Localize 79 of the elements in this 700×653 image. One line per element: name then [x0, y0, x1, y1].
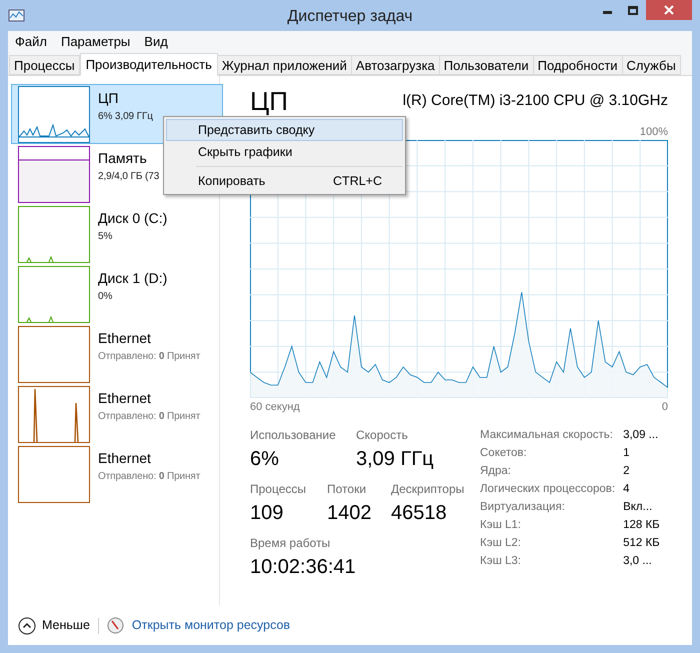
- sidebar-item[interactable]: Ethernet Отправлено: 0 Принят: [11, 324, 219, 384]
- axis-max-label: 100%: [640, 125, 668, 140]
- item-subtitle: Отправлено: 0 Принят: [98, 350, 200, 364]
- item-title: ЦП: [98, 89, 120, 108]
- menu-entry[interactable]: Скрыть графики: [166, 141, 403, 163]
- property-value: 3,09 ...: [623, 428, 660, 442]
- property-value: 3,0 ...: [623, 554, 653, 568]
- stat-label: Потоки: [327, 480, 368, 498]
- tab[interactable]: Процессы: [9, 55, 80, 75]
- app-icon: [8, 8, 26, 24]
- menu-entry[interactable]: Представить сводку: [166, 119, 403, 141]
- property-value: 1: [623, 446, 630, 460]
- item-subtitle: 6% 3,09 ГГц: [98, 110, 153, 124]
- stat-value: 10:02:36:41: [250, 554, 357, 580]
- tab[interactable]: Производительность: [80, 53, 218, 76]
- less-button[interactable]: Меньше: [18, 616, 90, 635]
- usage-graph-icon: [18, 326, 90, 382]
- property-value: 128 КБ: [623, 518, 661, 532]
- chevron-up-icon: [18, 616, 36, 634]
- property-label: Сокетов:: [480, 446, 528, 460]
- item-title: Память: [98, 149, 148, 168]
- stat-value: 109: [250, 500, 284, 526]
- gauge-icon: [106, 617, 124, 634]
- item-title: Ethernet: [98, 329, 152, 348]
- sidebar-item[interactable]: Ethernet Отправлено: 0 Принят: [11, 444, 219, 504]
- property-value: Вкл...: [623, 500, 654, 514]
- property-value: 2: [623, 464, 630, 478]
- property-label: Кэш L2:: [480, 536, 522, 550]
- tab[interactable]: Подробности: [532, 55, 623, 75]
- menu-item[interactable]: Файл: [15, 32, 47, 52]
- item-subtitle: Отправлено: 0 Принят: [98, 470, 200, 484]
- close-icon: [664, 5, 674, 15]
- stat-value: 3,09 ГГц: [356, 446, 435, 472]
- tab[interactable]: Службы: [622, 55, 681, 75]
- tab[interactable]: Автозагрузка: [350, 55, 440, 75]
- property-label: Максимальная скорость:: [480, 428, 614, 442]
- item-title: Ethernet: [98, 449, 152, 468]
- usage-graph-icon: [18, 206, 90, 262]
- resource-monitor-link[interactable]: Открыть монитор ресурсов: [132, 616, 290, 635]
- item-title: Диск 1 (D:): [98, 269, 168, 288]
- usage-graph-icon: [18, 446, 90, 502]
- usage-graph-icon: [18, 146, 90, 202]
- tab[interactable]: Журнал приложений: [216, 55, 352, 75]
- menu-item[interactable]: Вид: [144, 32, 168, 52]
- stat-label: Дескрипторы: [391, 480, 466, 498]
- property-value: 512 КБ: [623, 536, 661, 550]
- menu-item[interactable]: Параметры: [60, 32, 130, 52]
- axis-time-label: 60 секунд: [250, 400, 300, 415]
- property-label: Кэш L1:: [480, 518, 522, 532]
- stat-label: Процессы: [250, 480, 308, 498]
- property-label: Логических процессоров:: [480, 482, 616, 496]
- sidebar-item[interactable]: Диск 0 (C:) 5%: [11, 204, 219, 264]
- sidebar-item[interactable]: Ethernet Отправлено: 0 Принят: [11, 384, 219, 444]
- usage-graph-icon: [18, 386, 90, 442]
- property-label: Кэш L3:: [480, 554, 522, 568]
- stat-value: 46518: [391, 500, 448, 526]
- item-subtitle: 0%: [98, 290, 114, 304]
- item-subtitle: 5%: [98, 230, 114, 244]
- close-button[interactable]: [646, 0, 692, 20]
- window-title: Диспетчер задач: [287, 7, 413, 27]
- stat-label: Время работы: [250, 534, 332, 552]
- sidebar-item[interactable]: Диск 1 (D:) 0%: [11, 264, 219, 324]
- processor-name: l(R) Core(TM) i3-2100 CPU @ 3.10GHz: [402, 90, 668, 110]
- axis-end-label: 0: [662, 400, 668, 415]
- stat-value: 6%: [250, 446, 280, 472]
- property-value: 4: [623, 482, 630, 496]
- stat-label: Скорость: [356, 426, 409, 444]
- item-title: Ethernet: [98, 389, 152, 408]
- item-title: Диск 0 (C:): [98, 209, 168, 228]
- stat-value: 1402: [327, 500, 372, 526]
- usage-graph-icon: [18, 86, 90, 142]
- usage-graph-icon: [18, 266, 90, 322]
- panel-title: ЦП: [250, 88, 288, 114]
- item-subtitle: 2,9/4,0 ГБ (73: [98, 170, 160, 184]
- tab[interactable]: Пользователи: [438, 55, 534, 75]
- item-subtitle: Отправлено: 0 Принят: [98, 410, 200, 424]
- property-label: Виртуализация:: [480, 500, 566, 514]
- property-label: Ядра:: [480, 464, 512, 478]
- menu-entry[interactable]: Копировать CTRL+C: [166, 170, 403, 192]
